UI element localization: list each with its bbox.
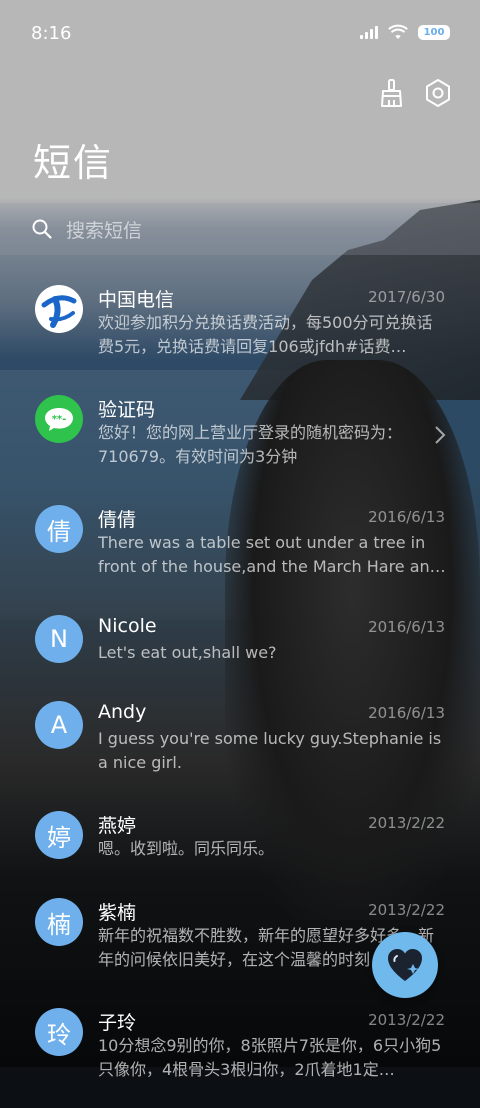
search-bar[interactable]: 搜索短信 [0,203,480,255]
conversation-date: 2013/2/22 [368,1011,445,1029]
battery-icon: 100 [418,24,450,40]
gear-icon[interactable] [424,77,452,109]
conversation-preview: 您好！您的网上营业厅登录的随机密码为：710679。有效时间为3分钟 [98,423,403,466]
conversation-name: 燕婷 [98,815,137,837]
conversation-preview: 欢迎参加积分兑换话费活动，每500分可兑换话费5元，兑换话费请回复106或jfd… [98,313,433,356]
verification-chat-icon: **- [35,395,83,443]
heart-compose-icon [388,949,422,981]
svg-text:**-: **- [52,414,67,425]
signal-icon [360,25,378,39]
conversation-name: 倩倩 [98,509,137,531]
avatar: 楠 [35,898,83,946]
conversation-item[interactable]: 倩 倩倩 2016/6/13 There was a table set out… [0,495,480,605]
chevron-right-icon [435,426,446,444]
conversation-name: 紫楠 [98,902,137,924]
search-icon [32,219,52,239]
conversation-date: 2016/6/13 [368,508,445,526]
conversation-preview: 嗯。收到啦。同乐同乐。 [98,839,275,858]
conversation-preview: There was a table set out under a tree i… [98,533,446,576]
status-bar: 8:16 100 [0,0,480,66]
conversation-item[interactable]: **- 验证码 您好！您的网上营业厅登录的随机密码为：710679。有效时间为3… [0,385,480,495]
conversation-name: 子玲 [98,1012,137,1034]
header-actions [378,77,452,109]
conversation-item[interactable]: 玲 子玲 2013/2/22 10分想念9别的你，8张照片7张是你，6只小狗5只… [0,998,480,1108]
conversation-preview: 10分想念9别的你，8张照片7张是你，6只小狗5只像你，4根骨头3根归你，2爪着… [98,1036,442,1079]
conversation-name: 中国电信 [98,289,175,311]
conversation-item[interactable]: A Andy 2016/6/13 I guess you're some luc… [0,691,480,801]
wifi-icon [388,24,408,39]
conversation-name: Nicole [98,615,157,637]
avatar: N [35,615,83,663]
status-icons: 100 [360,24,450,40]
conversation-date: 2016/6/13 [368,618,445,636]
conversation-date: 2013/2/22 [368,814,445,832]
compose-button[interactable] [372,932,438,998]
conversation-name: Andy [98,701,147,723]
conversation-date: 2016/6/13 [368,704,445,722]
conversation-item[interactable]: 中国电信 2017/6/30 欢迎参加积分兑换话费活动，每500分可兑换话费5元… [0,275,480,385]
search-input[interactable]: 搜索短信 [66,216,142,243]
avatar: 婷 [35,811,83,859]
china-telecom-logo-icon [35,285,83,333]
broom-icon[interactable] [378,77,406,109]
status-time: 8:16 [31,23,72,44]
conversation-item[interactable]: N Nicole 2016/6/13 Let's eat out,shall w… [0,605,480,691]
avatar: A [35,701,83,749]
conversation-date: 2013/2/22 [368,901,445,919]
page-title: 短信 [33,141,114,185]
conversation-date: 2017/6/30 [368,288,445,306]
conversation-item[interactable]: 婷 燕婷 2013/2/22 嗯。收到啦。同乐同乐。 [0,801,480,888]
conversation-name: 验证码 [98,399,156,421]
avatar: 玲 [35,1008,83,1056]
conversation-preview: Let's eat out,shall we? [98,643,277,662]
conversation-preview: I guess you're some lucky guy.Stephanie … [98,729,442,772]
avatar: 倩 [35,505,83,553]
